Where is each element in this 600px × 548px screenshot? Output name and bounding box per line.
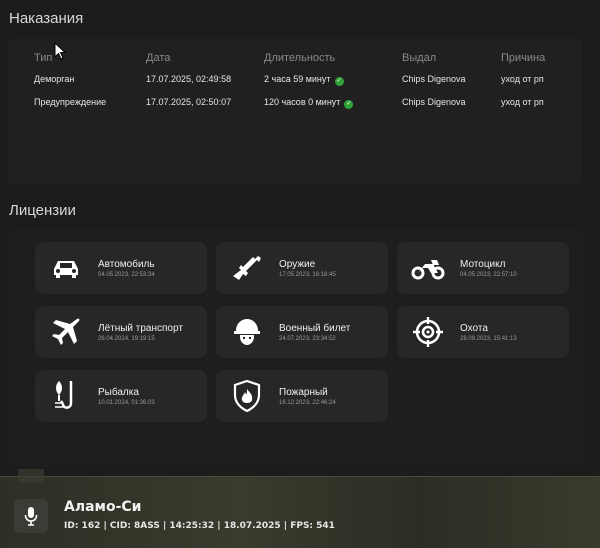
header-duration: Длительность (264, 52, 336, 64)
license-name: Автомобиль (98, 259, 155, 270)
license-name: Рыбалка (98, 387, 139, 398)
microphone-icon (24, 507, 38, 526)
license-card-hunting[interactable]: Охота 28.09.2023, 15:41:13 (397, 306, 569, 358)
cell-issuer: Chips Digenova (402, 97, 466, 107)
license-date: 16.12.2023, 22:46:24 (279, 400, 336, 406)
license-date: 24.07.2023, 23:34:52 (279, 336, 336, 342)
hud-shield-icon (18, 469, 44, 483)
license-date: 10.01.2024, 01:36:03 (98, 400, 155, 406)
mouse-cursor-icon (54, 42, 66, 60)
license-date: 17.05.2023, 16:18:45 (279, 272, 336, 278)
cell-reason: уход от рп (501, 97, 544, 107)
license-card-motorcycle[interactable]: Мотоцикл 04.05.2023, 22:57:10 (397, 242, 569, 294)
fish-hook-icon (49, 380, 83, 412)
license-date: 04.05.2023, 22:57:10 (460, 272, 517, 278)
license-name: Мотоцикл (460, 259, 506, 270)
license-card-aircraft[interactable]: Лётный транспорт 26.04.2024, 19:19:15 (35, 306, 207, 358)
cell-issuer: Chips Digenova (402, 74, 466, 84)
license-card-fishing[interactable]: Рыбалка 10.01.2024, 01:36:03 (35, 370, 207, 422)
soldier-helmet-icon (230, 316, 264, 348)
license-name: Военный билет (279, 323, 351, 334)
microphone-button[interactable] (14, 499, 48, 533)
location-name: Аламо-Си (64, 499, 142, 515)
license-date: 04.05.2023, 22:53:34 (98, 272, 155, 278)
license-date: 28.09.2023, 15:41:13 (460, 336, 517, 342)
check-circle-icon: ✓ (344, 100, 354, 109)
punishments-title: Наказания (9, 10, 84, 27)
fire-shield-icon (230, 380, 264, 412)
cell-type: Предупреждение (34, 97, 107, 107)
profile-panel: Наказания Тип Дата Длительность Выдал Пр… (0, 0, 600, 476)
license-card-military[interactable]: Военный билет 24.07.2023, 23:34:52 (216, 306, 388, 358)
car-icon (49, 252, 83, 284)
crosshair-icon (411, 316, 445, 348)
cell-date: 17.07.2025, 02:49:58 (146, 74, 232, 84)
status-line: ID: 162 | CID: 8ASS | 14:25:32 | 18.07.2… (64, 521, 335, 531)
cell-reason: уход от рп (501, 74, 544, 84)
duration-text: 2 часа 59 минут (264, 74, 331, 84)
rifle-icon (230, 252, 264, 284)
hud-bar: Аламо-Си ID: 162 | CID: 8ASS | 14:25:32 … (0, 469, 600, 548)
license-name: Лётный транспорт (98, 323, 183, 334)
punishments-table: Тип Дата Длительность Выдал Причина Демо… (8, 38, 582, 184)
cell-type: Деморган (34, 74, 75, 84)
motorcycle-icon (411, 252, 445, 284)
cell-date: 17.07.2025, 02:50:07 (146, 97, 232, 107)
license-date: 26.04.2024, 19:19:15 (98, 336, 155, 342)
check-circle-icon: ✓ (334, 77, 344, 86)
licenses-grid: Автомобиль 04.05.2023, 22:53:34 Оружие 1… (8, 228, 582, 466)
license-name: Оружие (279, 259, 316, 270)
header-type: Тип (34, 52, 53, 64)
header-date: Дата (146, 52, 171, 64)
cell-duration: 120 часов 0 минут ✓ (264, 97, 354, 109)
duration-text: 120 часов 0 минут (264, 97, 341, 107)
licenses-title: Лицензии (9, 202, 76, 219)
license-card-firefighter[interactable]: Пожарный 16.12.2023, 22:46:24 (216, 370, 388, 422)
license-name: Пожарный (279, 387, 328, 398)
license-card-car[interactable]: Автомобиль 04.05.2023, 22:53:34 (35, 242, 207, 294)
header-issuer: Выдал (402, 52, 437, 64)
airplane-icon (49, 316, 83, 348)
header-reason: Причина (501, 52, 546, 64)
cell-duration: 2 часа 59 минут ✓ (264, 74, 344, 86)
license-card-weapon[interactable]: Оружие 17.05.2023, 16:18:45 (216, 242, 388, 294)
license-name: Охота (460, 323, 488, 334)
